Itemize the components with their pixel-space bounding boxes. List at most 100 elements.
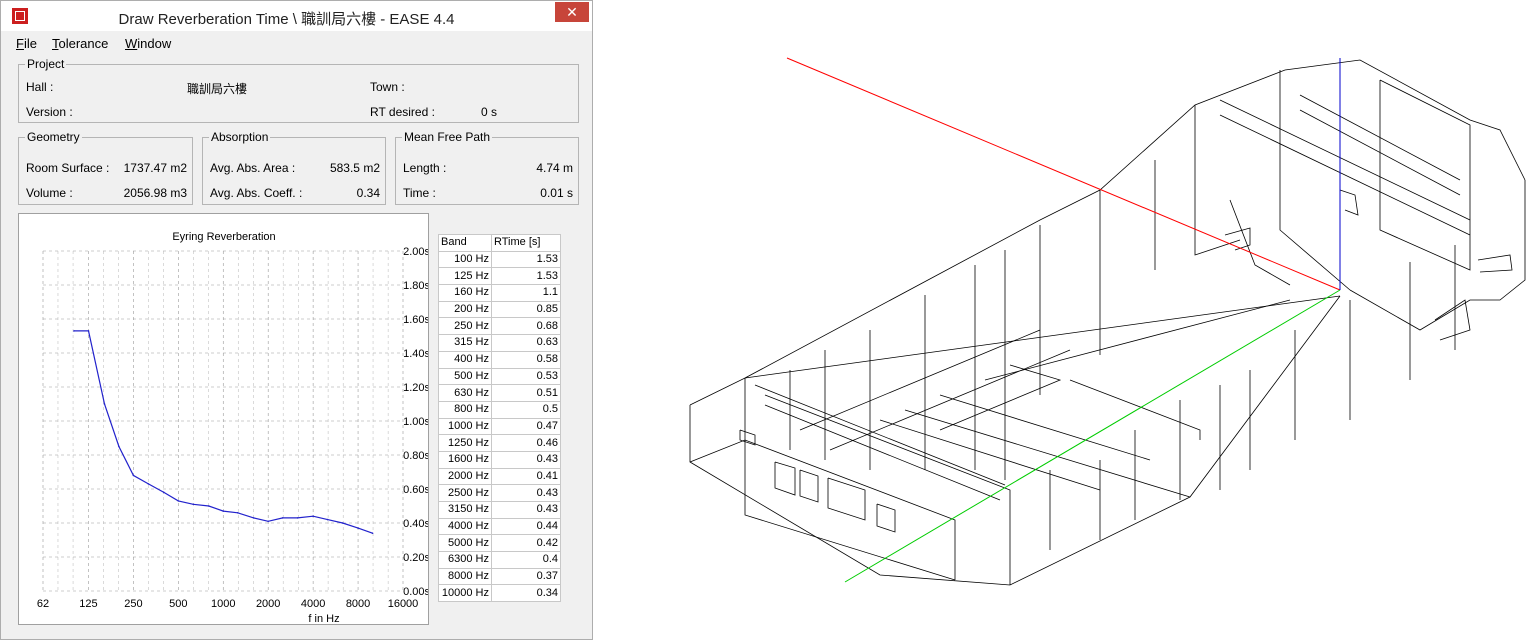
rt-data-point [357, 527, 359, 529]
project-legend: Project [27, 57, 65, 71]
room-surface-label: Room Surface : [26, 161, 110, 175]
rt-cell: 1.53 [491, 267, 561, 286]
y-tick-label: 1.20s [403, 382, 428, 394]
rt-data-point [177, 500, 180, 502]
rt-data-point [281, 517, 284, 519]
room-surface-value: 1737.47 m2 [123, 161, 187, 175]
avg-abs-coeff-label: Avg. Abs. Coeff. : [210, 186, 303, 200]
rt-cell: 0.43 [491, 484, 561, 502]
rt-cell: 0.58 [491, 350, 561, 369]
reverberation-graph-panel: 0.00s 0.20s 0.40s 0.60s 0.80s 1.00s 1.20s 1.40s… [18, 213, 429, 625]
rt-data-point [118, 445, 120, 448]
band-cell: 8000 Hz [438, 567, 492, 586]
title-bar[interactable]: Draw Reverberation Time \ 職訓局六樓 - EASE 4… [1, 1, 592, 31]
rt-cell: 0.53 [491, 367, 561, 386]
absorption-group: Absorption Avg. Abs. Area : 583.5 m2 Avg… [202, 130, 386, 205]
y-tick-label: 0.20s [403, 552, 428, 564]
band-cell: 2000 Hz [438, 467, 492, 486]
absorption-legend: Absorption [211, 130, 269, 144]
wireframe-edges [689, 59, 1526, 586]
table-row: 630 Hz 0.51 [438, 384, 561, 402]
model-3d-viewport[interactable] [600, 0, 1529, 640]
band-cell: 4000 Hz [438, 517, 492, 536]
rt-cell: 0.85 [491, 300, 561, 319]
band-cell: 1600 Hz [438, 450, 492, 469]
table-row: 2500 Hz 0.43 [438, 484, 561, 502]
table-row: 400 Hz 0.58 [438, 350, 561, 369]
table-row: 1000 Hz 0.47 [438, 417, 561, 436]
rt-data-point [312, 515, 314, 517]
rt-cell: 0.5 [491, 400, 561, 419]
band-cell: 125 Hz [438, 267, 492, 286]
x-tick-label: 4000 [301, 598, 325, 610]
avg-abs-area-label: Avg. Abs. Area : [210, 161, 296, 175]
room-wireframe [689, 57, 1526, 586]
y-tick-label: 1.40s [403, 348, 428, 360]
rt-desired-label: RT desired : [370, 105, 435, 119]
rt-cell: 0.63 [491, 334, 561, 352]
x-tick-label: 2000 [256, 598, 280, 610]
menu-tolerance[interactable]: Tolerance [52, 36, 108, 51]
rt-cell: 1.1 [491, 284, 561, 302]
rt-header: RTime [s] [491, 234, 561, 252]
y-tick-label: 1.80s [403, 280, 428, 292]
rt-cell: 0.42 [491, 534, 561, 553]
band-cell: 1000 Hz [438, 417, 492, 436]
band-rt-table: Band RTime [s] 100 Hz 1.53 125 Hz 1.53 160 H… [438, 234, 561, 603]
table-row: 200 Hz 0.85 [438, 300, 561, 319]
x-axis-line [786, 57, 1341, 291]
band-header: Band [438, 234, 492, 252]
ease-app-icon [12, 8, 28, 24]
version-label: Version : [26, 105, 73, 119]
rt-data-point [207, 505, 210, 507]
window-title: Draw Reverberation Time \ 職訓局六樓 - EASE 4… [118, 11, 455, 28]
rt-cell: 0.47 [491, 417, 561, 436]
rt-data-point [147, 483, 150, 485]
band-cell: 200 Hz [438, 300, 492, 319]
volume-value: 2056.98 m3 [123, 186, 187, 200]
reverberation-chart: 0.00s 0.20s 0.40s 0.60s 0.80s 1.00s 1.20s 1.40s… [37, 231, 428, 624]
geometry-legend: Geometry [27, 130, 80, 144]
x-tick-label: 125 [79, 598, 97, 610]
band-cell: 400 Hz [438, 350, 492, 369]
rt-cell: 1.53 [491, 250, 561, 269]
x-tick-label: 8000 [346, 598, 370, 610]
rt-cell: 0.43 [491, 450, 561, 469]
rt-data-point [87, 330, 90, 332]
band-cell: 3150 Hz [438, 501, 492, 519]
table-row: 10000 Hz 0.34 [438, 584, 561, 603]
table-row: 8000 Hz 0.37 [438, 567, 561, 586]
town-label: Town : [370, 80, 405, 94]
band-cell: 500 Hz [438, 367, 492, 386]
menu-file[interactable]: File [16, 36, 37, 51]
rt-data-point [163, 491, 165, 494]
rt-cell: 0.4 [491, 551, 561, 569]
avg-abs-coeff-value: 0.34 [356, 186, 380, 200]
band-cell: 160 Hz [438, 284, 492, 302]
table-header-row: Band RTime [s] [438, 234, 561, 252]
table-row: 1250 Hz 0.46 [438, 434, 561, 452]
rt-cell: 0.43 [491, 501, 561, 519]
band-cell: 100 Hz [438, 250, 492, 269]
x-tick-label: 250 [124, 598, 142, 610]
rt-cell: 0.51 [491, 384, 561, 402]
table-row: 5000 Hz 0.42 [438, 534, 561, 553]
rt-cell: 0.46 [491, 434, 561, 452]
volume-label: Volume : [26, 186, 73, 200]
rt-desired-value: 0 s [481, 105, 498, 119]
band-cell: 5000 Hz [438, 534, 492, 553]
rt-data-point [192, 503, 195, 506]
rt-data-point [252, 517, 255, 519]
y-tick-label: 1.00s [403, 416, 428, 428]
rt-data-point [326, 518, 329, 521]
y-tick-label: 0.40s [403, 518, 428, 530]
y-tick-label: 0.00s [403, 586, 428, 598]
mfp-time-value: 0.01 s [540, 186, 573, 200]
menu-window[interactable]: Window [125, 36, 171, 51]
mfp-length-label: Length : [403, 161, 447, 175]
rt-data-point [371, 532, 374, 534]
band-cell: 10000 Hz [438, 584, 492, 603]
close-button[interactable]: ✕ [555, 2, 589, 22]
rt-cell: 0.41 [491, 467, 561, 486]
rt-data-point [296, 517, 299, 519]
